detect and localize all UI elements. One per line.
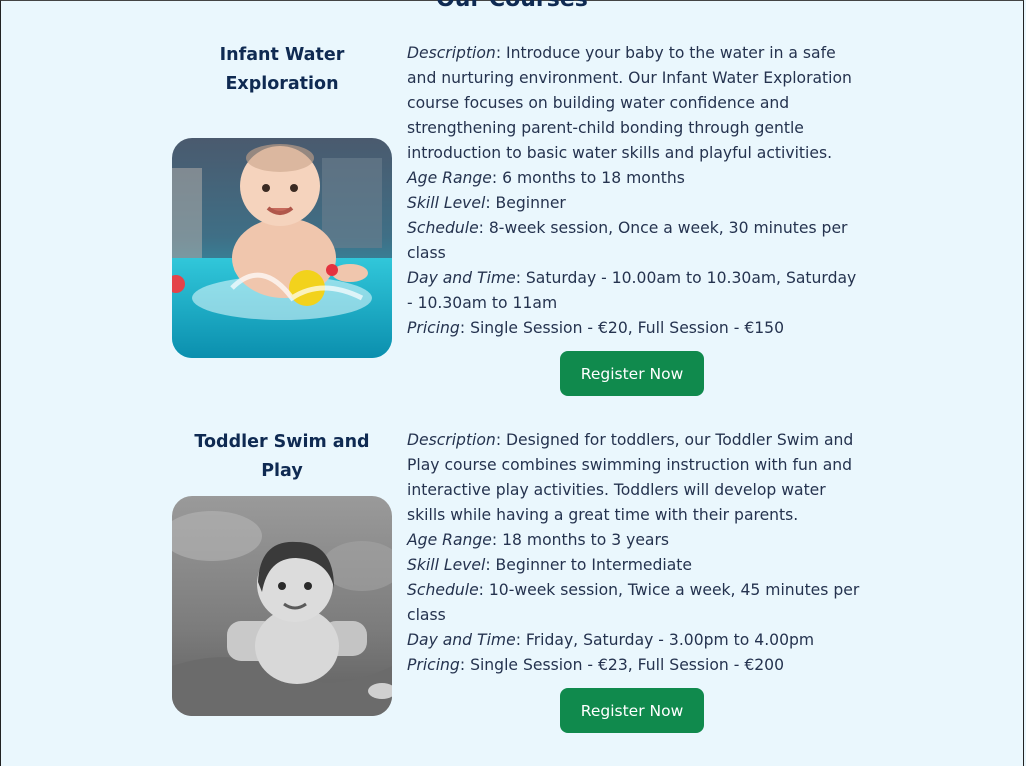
skill-line: Skill Level: Beginner (407, 194, 566, 212)
schedule-label: Schedule (407, 219, 479, 237)
schedule-line: Schedule: 10-week session, Twice a week,… (407, 581, 860, 624)
skill-line: Skill Level: Beginner to Intermediate (407, 556, 693, 574)
schedule-line: Schedule: 8-week session, Once a week, 3… (407, 219, 848, 262)
course-details: Description: Introduce your baby to the … (407, 41, 863, 341)
pricing-line: Pricing: Single Session - €23, Full Sess… (407, 656, 785, 674)
course-photo-toddler-swimming (172, 496, 392, 716)
register-now-button[interactable]: Register Now (560, 351, 704, 396)
skill-value: Beginner to Intermediate (495, 556, 693, 574)
pricing-value: Single Session - €23, Full Session - €20… (470, 656, 785, 674)
age-label: Age Range (407, 531, 492, 549)
description-line: Description: Designed for toddlers, our … (407, 431, 854, 524)
courses-page: Our Courses Infant Water Exploration (0, 0, 1024, 766)
day-time-value: Friday, Saturday - 3.00pm to 4.00pm (525, 631, 815, 649)
age-value: 6 months to 18 months (502, 169, 685, 187)
age-line: Age Range: 18 months to 3 years (407, 531, 670, 549)
pricing-label: Pricing (407, 656, 460, 674)
pricing-line: Pricing: Single Session - €20, Full Sess… (407, 319, 785, 337)
course-title: Infant Water Exploration (219, 45, 345, 94)
day-time-label: Day and Time (407, 269, 516, 287)
skill-label: Skill Level (407, 194, 486, 212)
day-time-line: Day and Time: Friday, Saturday - 3.00pm … (407, 631, 815, 649)
schedule-label: Schedule (407, 581, 479, 599)
course-details-column: Description: Introduce your baby to the … (407, 41, 863, 396)
pricing-label: Pricing (407, 319, 460, 337)
course-left-column: Infant Water Exploration (172, 41, 392, 99)
skill-label: Skill Level (407, 556, 486, 574)
course-details: Description: Designed for toddlers, our … (407, 428, 863, 678)
description-label: Description (407, 44, 496, 62)
course-left-column: Toddler Swim and Play (172, 428, 392, 486)
day-time-label: Day and Time (407, 631, 516, 649)
age-label: Age Range (407, 169, 492, 187)
course-photo-baby-splashing (172, 138, 392, 358)
pricing-value: Single Session - €20, Full Session - €15… (470, 319, 785, 337)
age-value: 18 months to 3 years (502, 531, 670, 549)
course-details-column: Description: Designed for toddlers, our … (407, 428, 863, 733)
skill-value: Beginner (495, 194, 566, 212)
description-line: Description: Introduce your baby to the … (407, 44, 852, 162)
day-time-line: Day and Time: Saturday - 10.00am to 10.3… (407, 269, 857, 312)
course-title: Toddler Swim and Play (194, 432, 370, 481)
register-now-button[interactable]: Register Now (560, 688, 704, 733)
description-label: Description (407, 431, 496, 449)
section-title: Our Courses (1, 0, 1023, 12)
age-line: Age Range: 6 months to 18 months (407, 169, 685, 187)
